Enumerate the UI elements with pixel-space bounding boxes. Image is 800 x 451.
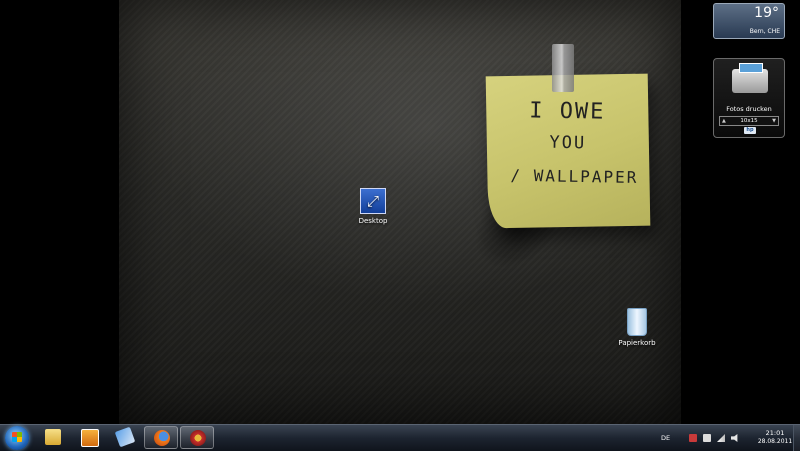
network-icon[interactable] — [717, 434, 725, 442]
taskbar-app-button[interactable] — [108, 426, 142, 449]
language-indicator[interactable]: DE — [661, 434, 670, 442]
recycle-bin[interactable]: Papierkorb — [607, 308, 667, 347]
windows-logo-icon — [12, 432, 22, 442]
desktop-shortcut-label: Desktop — [358, 217, 388, 225]
weather-gadget[interactable]: 19° Bern, CHE — [713, 3, 785, 39]
sticky-note: I OWE YOU / WALLPAPER — [485, 73, 651, 229]
taskbar-app2-button[interactable] — [180, 426, 214, 449]
printer-icon — [732, 63, 768, 93]
play-icon — [81, 429, 99, 447]
weather-temperature: 19° — [754, 5, 779, 21]
hp-logo: hp — [744, 127, 756, 134]
photo-size-selector[interactable]: ▲ 10x15 ▼ — [719, 116, 779, 126]
recycle-bin-label: Papierkorb — [618, 339, 656, 347]
clock-date[interactable]: 28.08.2011 — [752, 438, 798, 445]
show-desktop-button[interactable] — [793, 425, 800, 451]
taskbar-media-button[interactable] — [72, 426, 106, 449]
size-prev-icon[interactable]: ▲ — [722, 117, 726, 125]
desktop-shortcut[interactable]: ⤢ Desktop — [343, 188, 403, 225]
security-icon[interactable] — [689, 434, 697, 442]
note-line-1: I OWE — [528, 98, 606, 125]
tape-strip — [552, 44, 574, 92]
size-next-icon[interactable]: ▼ — [772, 117, 776, 125]
weather-location: Bern, CHE — [749, 28, 780, 35]
taskbar-firefox-button[interactable] — [144, 426, 178, 449]
recycle-bin-icon — [627, 308, 647, 336]
note-line-3: / WALLPAPER — [510, 165, 639, 188]
taskbar-explorer-button[interactable] — [36, 426, 70, 449]
clock-time[interactable]: 21:01 — [755, 429, 795, 437]
app-icon — [114, 426, 136, 448]
flag-icon[interactable] — [703, 434, 711, 442]
desktop-shortcut-icon: ⤢ — [360, 188, 386, 214]
photo-size-value: 10x15 — [740, 118, 758, 124]
note-line-2: YOU — [549, 132, 587, 154]
firefox-icon — [154, 430, 170, 446]
folder-icon — [45, 429, 61, 445]
volume-icon[interactable] — [731, 434, 738, 442]
taskbar: DE 21:01 28.08.2011 — [0, 424, 800, 451]
photo-print-gadget[interactable]: Fotos drucken ▲ 10x15 ▼ hp — [713, 58, 785, 138]
photo-print-title: Fotos drucken — [726, 105, 772, 113]
start-button[interactable] — [5, 426, 29, 450]
app-icon — [190, 430, 206, 446]
